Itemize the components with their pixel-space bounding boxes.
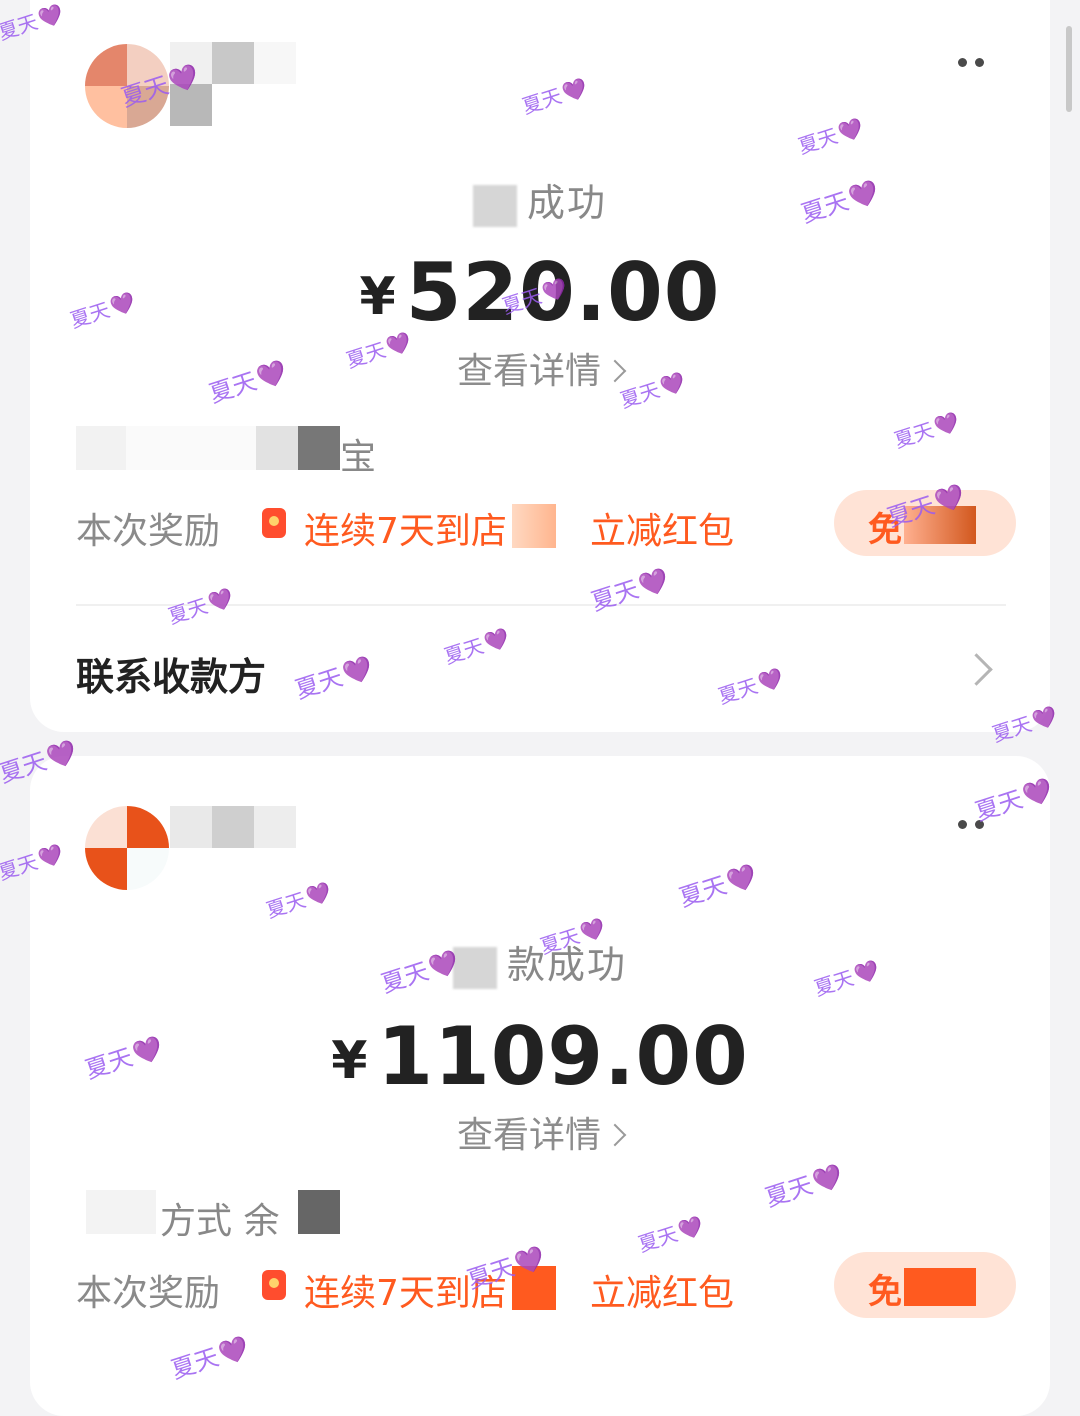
- currency-symbol: ¥: [331, 1031, 368, 1091]
- reward-label: 本次奖励: [76, 1273, 221, 1314]
- claim-label-redacted: [904, 506, 976, 544]
- reward-text: 连续7天到店: [304, 511, 507, 552]
- view-details-link[interactable]: 查看详情: [30, 342, 1050, 394]
- payment-card-1: 成功 ¥520.00 查看详情 宝 本次奖励 连续7天到店 立减红包 免 联系收…: [30, 0, 1050, 732]
- payment-status: 成功: [30, 172, 1050, 227]
- currency-symbol: ¥: [359, 267, 396, 327]
- payment-amount: ¥520.00: [30, 246, 1050, 339]
- claim-button-label: 免: [868, 1272, 902, 1312]
- amount-value: 1109.00: [377, 1010, 749, 1103]
- scrollbar[interactable]: [1066, 26, 1072, 112]
- divider: [76, 604, 1006, 606]
- claim-label-redacted: [904, 1268, 976, 1306]
- view-details-label: 查看详情: [456, 1115, 601, 1156]
- chevron-right-icon: [603, 1123, 627, 1147]
- reward-text-redacted: [512, 504, 556, 548]
- payment-method-text: 宝: [340, 437, 377, 478]
- chevron-right-icon: [603, 359, 627, 383]
- contact-payee-label: 联系收款方: [76, 655, 267, 699]
- view-details-label: 查看详情: [456, 351, 601, 392]
- chevron-right-icon: [960, 653, 993, 686]
- view-details-link[interactable]: 查看详情: [30, 1106, 1050, 1158]
- more-options-icon[interactable]: [958, 58, 984, 68]
- contact-payee-row[interactable]: 联系收款方: [76, 640, 1006, 700]
- amount-value: 520.00: [405, 246, 721, 339]
- reward-text-redacted: [512, 1266, 556, 1310]
- merchant-avatar[interactable]: [85, 806, 169, 890]
- status-redacted: [472, 184, 517, 227]
- payment-status: 款成功: [30, 934, 1050, 989]
- payment-method-redacted: [76, 426, 126, 470]
- payment-method-row: 宝: [76, 426, 476, 478]
- reward-label: 本次奖励: [76, 511, 221, 552]
- claim-button-label: 免: [868, 510, 902, 550]
- payment-method-redacted: [86, 1190, 156, 1234]
- claim-button[interactable]: 免: [834, 1252, 1016, 1318]
- status-text: 款成功: [506, 943, 627, 987]
- red-packet-icon: [262, 1270, 286, 1300]
- claim-button[interactable]: 免: [834, 490, 1016, 556]
- payment-amount: ¥1109.00: [30, 1010, 1050, 1103]
- status-redacted: [452, 946, 497, 989]
- payment-method-text: 方式 余: [160, 1201, 280, 1242]
- reward-text: 连续7天到店: [304, 1273, 507, 1314]
- reward-row: 本次奖励 连续7天到店 立减红包 免: [76, 490, 1016, 560]
- payment-method-row: 方式 余: [76, 1190, 476, 1242]
- reward-text-2: 立减红包: [590, 511, 735, 552]
- more-options-icon[interactable]: [958, 820, 984, 830]
- red-packet-icon: [262, 508, 286, 538]
- reward-row: 本次奖励 连续7天到店 立减红包 免: [76, 1252, 1016, 1322]
- status-text: 成功: [526, 181, 607, 225]
- reward-text-2: 立减红包: [590, 1273, 735, 1314]
- payment-card-2: 款成功 ¥1109.00 查看详情 方式 余 本次奖励 连续7天到店 立减红包 …: [30, 756, 1050, 1416]
- merchant-avatar[interactable]: [85, 44, 169, 128]
